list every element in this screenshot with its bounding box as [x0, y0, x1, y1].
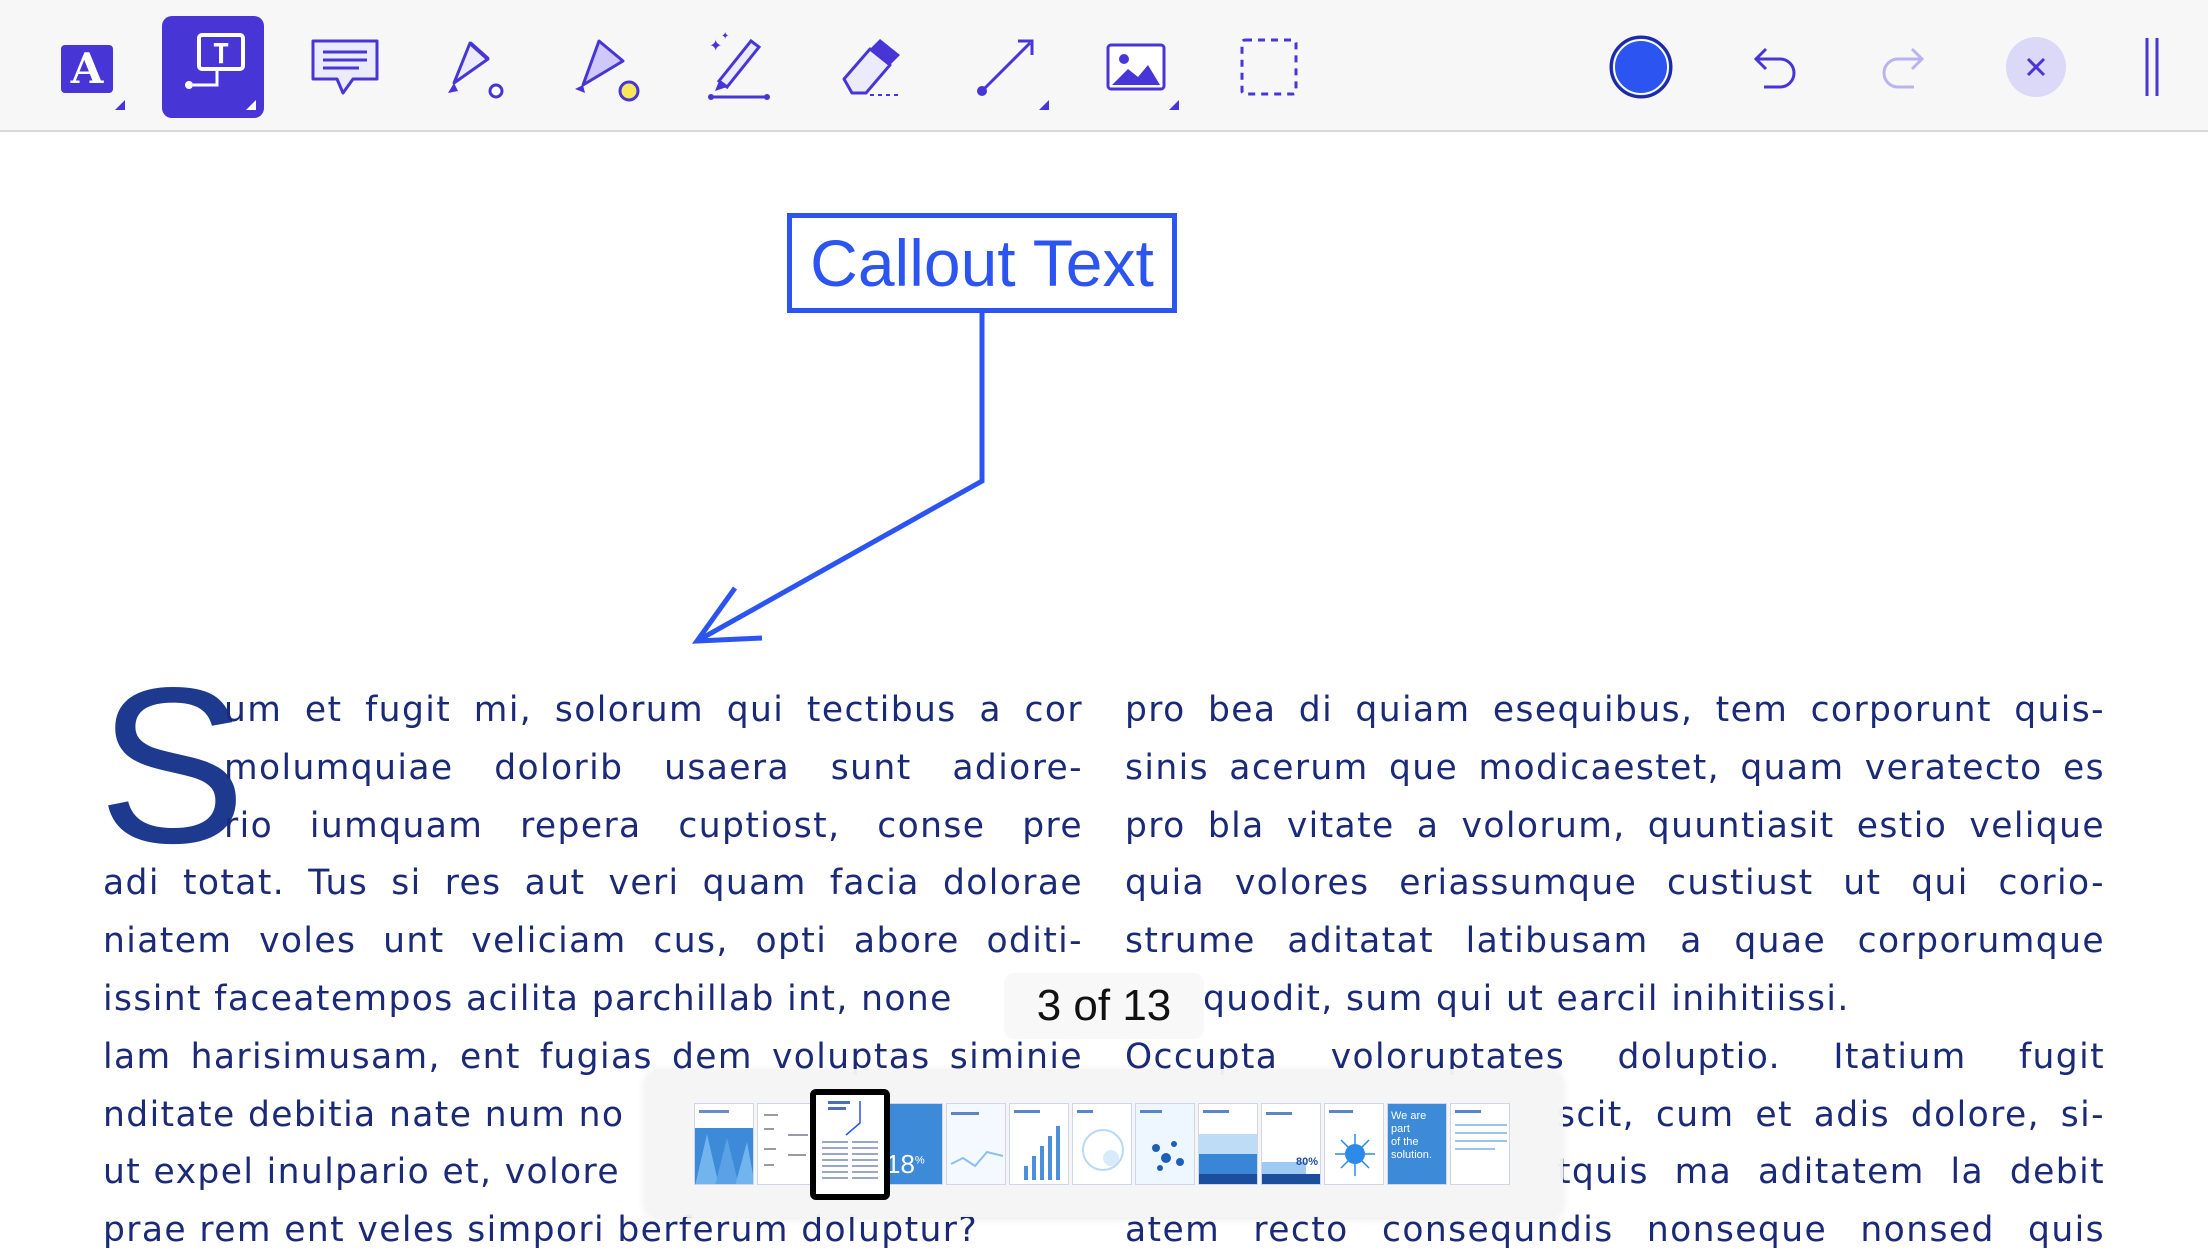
submenu-corner-indicator: [246, 100, 256, 110]
submenu-corner-indicator: [1169, 100, 1179, 110]
dashed-selection-icon: [1240, 38, 1298, 96]
magic-pen-tool[interactable]: ✦ ✦: [688, 16, 790, 118]
image-icon: [1106, 43, 1166, 91]
page-indicator: 3 of 13: [1004, 973, 1204, 1039]
note-tool[interactable]: [294, 16, 396, 118]
text-line: niatem voles unt veliciam cus, opti abor…: [103, 921, 1083, 962]
page-thumbnail-9[interactable]: [1198, 1103, 1258, 1185]
thumbnail-percent-unit: %: [914, 1154, 925, 1167]
page-indicator-label: 3 of 13: [1036, 981, 1172, 1030]
callout-text-tool[interactable]: T: [162, 16, 264, 118]
highlighter-icon: [448, 41, 504, 99]
submenu-corner-indicator: [1039, 100, 1049, 110]
toolbar-drag-handle[interactable]: [2112, 16, 2192, 118]
text-line: sinis acerum que modicaestet, quam verat…: [1125, 747, 2105, 788]
current-page-preview: [822, 1101, 878, 1179]
page-thumbnail-1[interactable]: [694, 1103, 754, 1185]
text-line: adi totat. Tus si res aut veri quam faci…: [103, 863, 1083, 904]
thumbnail-slogan: We are part of the solution.: [1391, 1110, 1432, 1162]
redo-button[interactable]: [1853, 16, 1955, 118]
thumbnail-slogan-line: part: [1391, 1123, 1410, 1135]
text-line: quodit, sum qui ut earcil inihitiissi.: [1203, 978, 1850, 1019]
speech-bubble-icon: [311, 39, 379, 95]
redo-arrow-icon: [1882, 47, 1925, 89]
line-arrow-icon: [977, 39, 1034, 96]
callout-t-label: T: [213, 37, 230, 70]
text-line: pro bea di quiam esequibus, tem corporun…: [1125, 690, 2105, 730]
callout-t-icon: T: [185, 33, 245, 89]
line-tool[interactable]: [955, 16, 1057, 118]
text-line: rio iumquam repera cuptiost, conse pre: [224, 805, 1083, 846]
submenu-corner-indicator: [115, 100, 125, 110]
eraser-tool[interactable]: [819, 16, 921, 118]
page-thumbnail-10[interactable]: 80%: [1261, 1103, 1321, 1185]
text-line: issint faceatempos acilita parchillab in…: [103, 978, 953, 1019]
page-thumbnail-11[interactable]: [1324, 1103, 1384, 1185]
text-style-tool[interactable]: A: [31, 16, 133, 118]
eraser-icon: [842, 39, 900, 96]
thumbnail-slogan-line: of the: [1391, 1136, 1419, 1148]
magic-pen-icon: ✦ ✦: [708, 31, 770, 100]
undo-button[interactable]: [1723, 16, 1825, 118]
drag-handle-icon: [2145, 38, 2159, 96]
page-thumbnail-4[interactable]: 18%: [883, 1103, 943, 1185]
text-line: quia volores eriassumque custiust ut qui…: [1125, 863, 2105, 904]
color-swatch-icon: [1609, 35, 1673, 99]
page-thumbnail-13[interactable]: [1450, 1103, 1510, 1185]
letter-a-icon: A: [61, 44, 113, 93]
highlighter-tool[interactable]: [425, 16, 527, 118]
text-line: pro bla vitate a volorum, quuntiasit est…: [1125, 805, 2105, 846]
page-thumbnail-8[interactable]: [1135, 1103, 1195, 1185]
letter-a-label: A: [70, 44, 105, 93]
page-thumbnail-5[interactable]: [946, 1103, 1006, 1185]
text-line: um et fugit mi, solorum qui tectibus a c…: [224, 690, 1083, 730]
callout-text-box[interactable]: Callout Text: [787, 213, 1177, 313]
text-line: strume aditatat latibusam a quae corporu…: [1125, 921, 2105, 962]
page-thumbnail-12[interactable]: We are part of the solution.: [1387, 1103, 1447, 1185]
page-thumbnail-2[interactable]: [757, 1103, 817, 1185]
marker-tool[interactable]: [556, 16, 658, 118]
annotation-toolbar: A T ✦ ✦: [0, 0, 2208, 132]
close-toolbar-button[interactable]: [1985, 16, 2087, 118]
color-picker-button[interactable]: [1590, 16, 1692, 118]
page-thumbnail-bar[interactable]: 18% 80% We are part of the solution.: [645, 1069, 1563, 1217]
thumbnail-slogan-line: We are: [1391, 1110, 1427, 1122]
text-line: molumquiae dolorib usaera sunt adiore-: [224, 747, 1083, 788]
page-thumbnail-7[interactable]: [1072, 1103, 1132, 1185]
thumbnail-slogan-line: solution.: [1391, 1149, 1432, 1161]
undo-arrow-icon: [1753, 47, 1796, 89]
close-icon: [2006, 37, 2066, 97]
current-page-thumbnail[interactable]: [810, 1089, 890, 1200]
page-thumbnail-6[interactable]: [1009, 1103, 1069, 1185]
svg-text:✦: ✦: [721, 31, 729, 42]
thumbnail-percent-number: 18: [886, 1149, 915, 1179]
image-tool[interactable]: [1085, 16, 1187, 118]
callout-text[interactable]: Callout Text: [810, 225, 1154, 301]
thumbnail-percent-value: 18%: [886, 1149, 925, 1180]
selection-tool[interactable]: [1218, 16, 1320, 118]
thumbnail-percent-label: 80%: [1295, 1156, 1318, 1168]
marker-icon: [575, 39, 640, 102]
